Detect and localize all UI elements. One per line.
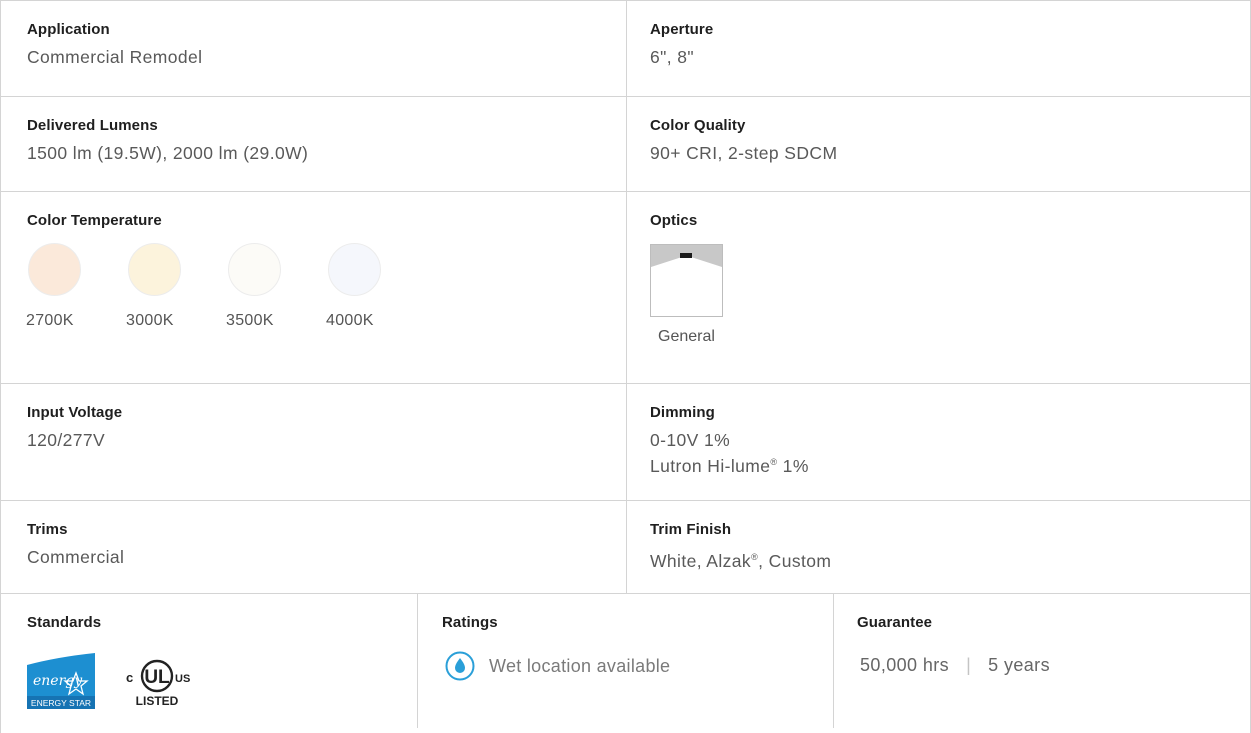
guarantee-years: 5 years: [988, 655, 1050, 675]
energy-star-logo: energy ENERGY STAR: [27, 649, 95, 709]
trim-finish-value: White, Alzak®, Custom: [650, 546, 1250, 572]
standards-label: Standards: [27, 614, 102, 631]
application-value: Commercial Remodel: [27, 47, 203, 67]
trim-finish-text: White, Alzak: [650, 551, 752, 571]
application-cell: Application Commercial Remodel: [1, 1, 627, 96]
ratings-cell: Ratings Wet location available: [418, 594, 834, 728]
spec-row: Input Voltage 120/277V Dimming 0-10V 1% …: [1, 384, 1250, 501]
ul-mark: UL: [144, 667, 170, 688]
lumens-cell: Delivered Lumens 1500 lm (19.5W), 2000 l…: [1, 97, 627, 191]
swatch-label: 2700K: [26, 312, 74, 329]
swatch-4000k[interactable]: 4000K: [326, 243, 427, 330]
aperture-value: 6", 8": [650, 47, 695, 67]
ratings-label: Ratings: [442, 614, 498, 631]
spec-row: Application Commercial Remodel Aperture …: [1, 0, 1250, 97]
swatch-label: 3000K: [126, 312, 174, 329]
color-quality-label: Color Quality: [650, 117, 746, 134]
guarantee-label: Guarantee: [857, 614, 933, 631]
dimming-value: 0-10V 1% Lutron Hi-lume® 1%: [650, 429, 1250, 477]
aperture-label: Aperture: [650, 21, 714, 38]
rating-text: Wet location available: [489, 655, 671, 676]
guarantee-hours: 50,000 hrs: [860, 655, 950, 675]
optic-option-general[interactable]: General: [650, 244, 723, 346]
guarantee-values: 50,000 hrs | 5 years: [860, 655, 1250, 676]
swatch-3500k[interactable]: 3500K: [226, 243, 327, 330]
color-temperature-cell: Color Temperature 2700K 3000K 3500K 4000…: [1, 192, 627, 383]
dimming-line-2-text: Lutron Hi-lume: [650, 456, 771, 476]
guarantee-cell: Guarantee 50,000 hrs | 5 years: [834, 594, 1250, 728]
input-voltage-cell: Input Voltage 120/277V: [1, 384, 627, 500]
dimming-cell: Dimming 0-10V 1% Lutron Hi-lume® 1%: [627, 384, 1250, 500]
ul-left-mark: c: [126, 670, 133, 685]
swatch-label: 4000K: [326, 312, 374, 329]
swatch-2700k[interactable]: 2700K: [26, 243, 127, 330]
wet-location-rating: Wet location available: [442, 651, 833, 681]
swatch-circle: [228, 243, 281, 296]
trims-value: Commercial: [27, 547, 125, 567]
dimming-label: Dimming: [650, 404, 715, 421]
standards-cell: Standards energy ENERGY STAR c UL US LIS…: [1, 594, 418, 728]
application-label: Application: [27, 21, 110, 38]
trim-finish-suffix: , Custom: [758, 551, 832, 571]
optics-label: Optics: [650, 212, 698, 229]
swatch-label: 3500K: [226, 312, 274, 329]
spec-sheet: Application Commercial Remodel Aperture …: [0, 0, 1251, 733]
swatch-circle: [28, 243, 81, 296]
ul-right-mark: US: [175, 673, 190, 685]
swatch-circle: [128, 243, 181, 296]
aperture-cell: Aperture 6", 8": [627, 1, 1250, 96]
color-quality-value: 90+ CRI, 2-step SDCM: [650, 143, 838, 163]
spec-row-bottom: Standards energy ENERGY STAR c UL US LIS…: [1, 594, 1250, 728]
water-drop-icon: [445, 651, 475, 681]
trim-finish-label: Trim Finish: [650, 521, 732, 538]
ul-listed-label: LISTED: [136, 694, 179, 708]
swatch-circle: [328, 243, 381, 296]
color-quality-cell: Color Quality 90+ CRI, 2-step SDCM: [627, 97, 1250, 191]
guarantee-separator: |: [966, 655, 972, 675]
trim-finish-cell: Trim Finish White, Alzak®, Custom: [627, 501, 1250, 593]
lumens-label: Delivered Lumens: [27, 117, 158, 134]
spec-row: Color Temperature 2700K 3000K 3500K 4000…: [1, 192, 1250, 384]
color-temperature-label: Color Temperature: [27, 212, 162, 229]
spec-row: Trims Commercial Trim Finish White, Alza…: [1, 501, 1250, 594]
input-voltage-value: 120/277V: [27, 430, 106, 450]
optics-cell: Optics General: [627, 192, 1250, 383]
dimming-line-2: Lutron Hi-lume® 1%: [650, 451, 1250, 477]
energy-star-label: ENERGY STAR: [31, 698, 91, 708]
spec-row: Delivered Lumens 1500 lm (19.5W), 2000 l…: [1, 97, 1250, 192]
trims-cell: Trims Commercial: [1, 501, 627, 593]
trims-label: Trims: [27, 521, 68, 538]
standards-logos: energy ENERGY STAR c UL US LISTED: [27, 649, 417, 709]
color-temperature-swatches: 2700K 3000K 3500K 4000K: [26, 243, 626, 330]
dimming-line-1: 0-10V 1%: [650, 430, 731, 450]
swatch-3000k[interactable]: 3000K: [126, 243, 227, 330]
general-optic-icon: [650, 244, 723, 317]
dimming-line-2-suffix: 1%: [777, 456, 809, 476]
ul-listed-logo: c UL US LISTED: [126, 659, 190, 708]
lumens-value: 1500 lm (19.5W), 2000 lm (29.0W): [27, 143, 309, 163]
input-voltage-label: Input Voltage: [27, 404, 123, 421]
optic-option-label: General: [658, 328, 715, 345]
